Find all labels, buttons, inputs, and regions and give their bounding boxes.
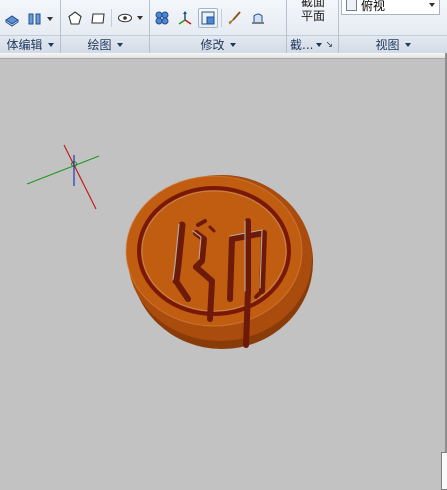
- panel-modify: 修改: [150, 0, 287, 53]
- split-icon: [28, 13, 41, 25]
- scale-button[interactable]: [198, 8, 218, 28]
- split-dropdown-arrow[interactable]: [47, 17, 53, 21]
- chevron-down-icon: [429, 3, 435, 7]
- polygon-button[interactable]: [65, 8, 85, 28]
- chevron-down-icon: [116, 42, 123, 47]
- panel-title-draw[interactable]: 绘图: [61, 35, 149, 53]
- panel-label-modify: 修改: [200, 38, 225, 52]
- x-axis-line: [63, 144, 97, 210]
- ribbon: 体编辑 绘图 修改 截面 平面 截... ↘ 视图 俯视: [0, 0, 447, 53]
- panel-label-view: 视图: [375, 38, 400, 52]
- piece-top: [126, 176, 302, 326]
- split-button[interactable]: [25, 9, 45, 29]
- panel-title-solid-edit[interactable]: 体编辑: [0, 35, 60, 53]
- panel-section: 截面 平面 截... ↘: [287, 0, 339, 53]
- viewport-corner-tab[interactable]: [441, 452, 447, 490]
- panel-solid-edit: 体编辑: [0, 0, 61, 53]
- view-cube-icon: [346, 0, 357, 11]
- section-plane-line1: 截面: [300, 0, 325, 9]
- polygon-icon: [68, 11, 82, 25]
- panel-label-section: 截...: [290, 38, 314, 52]
- move-gizmo-icon: [178, 11, 192, 25]
- solid-edit-icon: [5, 15, 19, 27]
- scene: [26, 144, 313, 349]
- panel-title-section[interactable]: 截... ↘: [287, 35, 338, 53]
- scale-icon: [201, 11, 215, 25]
- chess-piece[interactable]: [125, 175, 313, 349]
- chevron-down-icon: [404, 42, 411, 47]
- panel-label-solid-edit: 体编辑: [6, 38, 43, 52]
- brush-button[interactable]: [225, 8, 245, 28]
- extrude-button[interactable]: [248, 8, 268, 28]
- panel-expand-icon[interactable]: ↘: [325, 40, 333, 50]
- array-button[interactable]: [152, 8, 172, 28]
- panel-draw: 绘图: [61, 0, 150, 53]
- drawing-viewport[interactable]: [0, 53, 447, 490]
- separator: [221, 9, 222, 27]
- rectangle-button[interactable]: [88, 8, 108, 28]
- rectangle-icon: [91, 13, 105, 24]
- solid-edit-button[interactable]: [2, 9, 22, 29]
- panel-title-modify[interactable]: 修改: [150, 35, 286, 53]
- chevron-down-icon: [229, 42, 236, 47]
- chevron-down-icon: [47, 42, 54, 47]
- visibility-button[interactable]: [115, 8, 135, 28]
- view-select[interactable]: 俯视: [341, 0, 440, 15]
- move-gizmo-button[interactable]: [175, 8, 195, 28]
- section-plane-button[interactable]: 截面 平面: [287, 0, 339, 23]
- chevron-down-icon: [316, 42, 323, 47]
- view-select-value: 俯视: [361, 0, 386, 13]
- y-axis-line: [26, 155, 100, 185]
- visibility-icon: [118, 13, 132, 23]
- visibility-dropdown-arrow[interactable]: [137, 16, 143, 20]
- panel-title-view[interactable]: 视图: [339, 35, 447, 53]
- brush-icon: [228, 11, 241, 25]
- array-icon: [155, 11, 169, 25]
- extrude-icon: [252, 13, 264, 24]
- ucs-axes-icon: [26, 144, 100, 210]
- section-plane-line2: 平面: [300, 9, 325, 23]
- panel-label-draw: 绘图: [87, 38, 112, 52]
- separator: [111, 9, 112, 27]
